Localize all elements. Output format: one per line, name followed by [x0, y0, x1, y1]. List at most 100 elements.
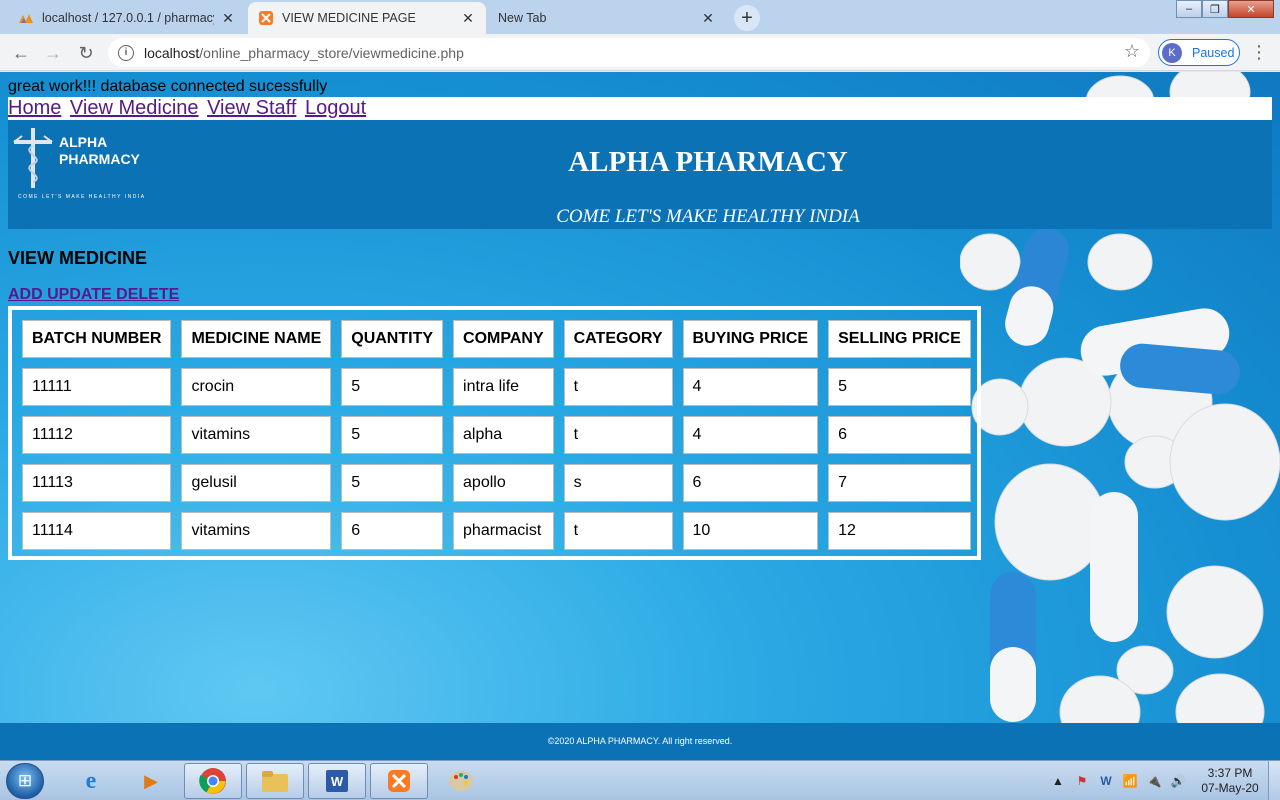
- tab-new[interactable]: New Tab ✕: [488, 2, 726, 34]
- cell-quantity: 5: [341, 464, 444, 502]
- chrome-logo-icon: [199, 768, 226, 794]
- maximize-button[interactable]: ❐: [1202, 0, 1228, 18]
- word-logo-icon: W: [326, 770, 348, 792]
- tab-title: New Tab: [498, 11, 547, 25]
- browser-menu-icon[interactable]: ⋮: [1250, 42, 1268, 62]
- close-window-button[interactable]: ✕: [1228, 0, 1274, 18]
- page-title: VIEW MEDICINE: [8, 248, 148, 268]
- word-icon[interactable]: W: [308, 763, 366, 799]
- nav-link-logout[interactable]: Logout: [305, 97, 366, 119]
- cell-medicine-name: gelusil: [181, 464, 332, 502]
- network-icon[interactable]: 📶: [1120, 774, 1140, 788]
- cell-quantity: 5: [341, 368, 444, 406]
- medicine-table-container: BATCH NUMBER MEDICINE NAME QUANTITY COMP…: [8, 306, 981, 560]
- tab-phpmyadmin[interactable]: localhost / 127.0.0.1 / pharmacy / ✕: [8, 2, 246, 34]
- nav-link-view-staff[interactable]: View Staff: [207, 97, 296, 119]
- action-center-flag-icon[interactable]: ⚑: [1072, 774, 1092, 788]
- cell-batch-number: 11111: [22, 368, 172, 406]
- brand-tagline: COME LET'S MAKE HEALTHY INDIA: [556, 206, 860, 227]
- cell-buying-price: 10: [682, 512, 819, 550]
- close-tab-icon[interactable]: ✕: [220, 10, 236, 27]
- cell-selling-price: 5: [828, 368, 971, 406]
- svg-text:W: W: [331, 774, 344, 789]
- logo-line2: PHARMACY: [59, 151, 140, 167]
- url-host: localhost: [144, 44, 200, 61]
- table-row: 11111 crocin 5 intra life t 4 5: [22, 368, 971, 406]
- cell-buying-price: 4: [682, 368, 819, 406]
- medicine-table: BATCH NUMBER MEDICINE NAME QUANTITY COMP…: [12, 310, 981, 560]
- browser-toolbar: ← → ↻ i localhost/online_pharmacy_store/…: [0, 34, 1280, 71]
- chrome-icon[interactable]: [184, 763, 242, 799]
- palette-icon: [449, 771, 473, 791]
- db-status-message: great work!!! database connected sucessf…: [8, 78, 328, 95]
- media-player-icon[interactable]: ▶: [122, 763, 180, 799]
- file-explorer-icon[interactable]: [246, 763, 304, 799]
- cell-batch-number: 11112: [22, 416, 172, 454]
- logo-line1: ALPHA: [59, 134, 108, 150]
- clock[interactable]: 3:37 PM 07-May-20: [1198, 766, 1262, 796]
- windows-logo-icon: ⊞: [17, 771, 33, 790]
- cell-selling-price: 12: [828, 512, 971, 550]
- cell-company: intra life: [453, 368, 554, 406]
- windows-taskbar: ⊞ e ▶ W ▲ ⚑ W 📶 🔌 🔊 3:37 PM 07-May-20: [0, 760, 1280, 800]
- col-company: COMPANY: [453, 320, 554, 358]
- cell-medicine-name: vitamins: [181, 512, 332, 550]
- cell-category: s: [563, 464, 673, 502]
- reload-button[interactable]: ↻: [73, 40, 99, 66]
- word-tray-icon[interactable]: W: [1096, 774, 1116, 788]
- add-update-delete-link[interactable]: ADD UPDATE DELETE: [8, 286, 179, 304]
- new-tab-button[interactable]: +: [734, 5, 760, 31]
- clock-time: 3:37 PM: [1207, 766, 1253, 780]
- cell-quantity: 5: [341, 416, 444, 454]
- xampp-taskbar-icon[interactable]: [370, 763, 428, 799]
- tray-expand-icon[interactable]: ▲: [1048, 774, 1068, 788]
- col-batch-number: BATCH NUMBER: [22, 320, 172, 358]
- close-tab-icon[interactable]: ✕: [460, 10, 476, 27]
- table-row: 11112 vitamins 5 alpha t 4 6: [22, 416, 971, 454]
- paint-icon[interactable]: [432, 763, 490, 799]
- tab-title: VIEW MEDICINE PAGE: [282, 11, 416, 25]
- phpmyadmin-icon: [19, 14, 33, 23]
- folder-icon: [262, 771, 288, 792]
- nav-link-view-medicine[interactable]: View Medicine: [70, 97, 199, 119]
- cell-company: pharmacist: [453, 512, 554, 550]
- cell-buying-price: 6: [682, 464, 819, 502]
- page-viewport: great work!!! database connected sucessf…: [0, 72, 1280, 760]
- volume-icon[interactable]: 🔊: [1168, 774, 1188, 788]
- back-button[interactable]: ←: [8, 40, 34, 66]
- minimize-button[interactable]: ‒: [1176, 0, 1202, 18]
- xampp-logo-icon: [388, 770, 410, 792]
- cell-quantity: 6: [341, 512, 444, 550]
- cell-company: apollo: [453, 464, 554, 502]
- caduceus-icon: [13, 128, 53, 188]
- cell-selling-price: 6: [828, 416, 971, 454]
- start-button[interactable]: ⊞: [6, 763, 44, 799]
- address-bar[interactable]: i localhost/online_pharmacy_store/viewme…: [108, 38, 1150, 67]
- cell-selling-price: 7: [828, 464, 971, 502]
- col-selling-price: SELLING PRICE: [828, 320, 971, 358]
- nav-link-home[interactable]: Home: [8, 97, 61, 119]
- url-path: /online_pharmacy_store/viewmedicine.php: [199, 44, 464, 61]
- show-desktop-button[interactable]: [1268, 761, 1280, 800]
- profile-button[interactable]: K Paused: [1158, 39, 1240, 66]
- window-controls: ‒ ❐ ✕: [1176, 0, 1274, 18]
- site-info-icon[interactable]: i: [118, 44, 134, 61]
- profile-status: Paused: [1192, 45, 1235, 60]
- bookmark-star-icon[interactable]: ☆: [1124, 41, 1140, 62]
- cell-batch-number: 11114: [22, 512, 172, 550]
- xampp-icon: [259, 11, 273, 25]
- cell-category: t: [563, 416, 673, 454]
- table-row: 11113 gelusil 5 apollo s 6 7: [22, 464, 971, 502]
- power-icon[interactable]: 🔌: [1144, 774, 1164, 788]
- pharmacy-logo: ALPHA PHARMACY COME LET'S MAKE HEALTHY I…: [10, 126, 150, 200]
- tab-title: localhost / 127.0.0.1 / pharmacy /: [42, 11, 214, 25]
- cell-category: t: [563, 368, 673, 406]
- tab-view-medicine[interactable]: VIEW MEDICINE PAGE ✕: [248, 2, 486, 34]
- cell-batch-number: 11113: [22, 464, 172, 502]
- brand-header: ALPHA PHARMACY COME LET'S MAKE HEALTHY I…: [8, 120, 1272, 229]
- forward-button[interactable]: →: [40, 40, 66, 66]
- clock-date: 07-May-20: [1201, 781, 1259, 795]
- avatar: K: [1162, 42, 1182, 63]
- close-tab-icon[interactable]: ✕: [700, 10, 716, 27]
- internet-explorer-icon[interactable]: e: [62, 763, 120, 799]
